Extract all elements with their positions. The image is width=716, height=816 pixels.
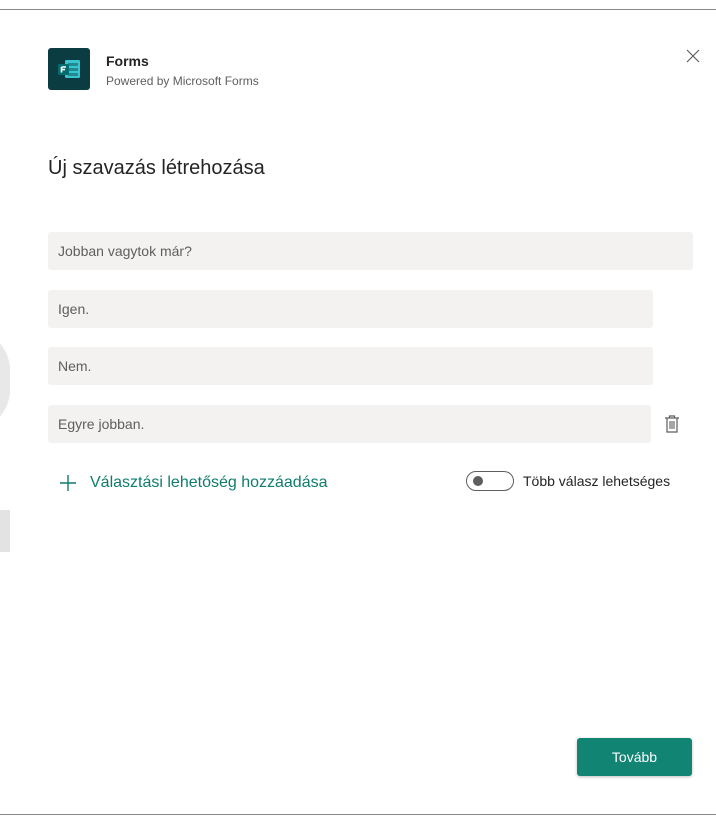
next-button-label: Tovább <box>611 749 658 765</box>
option-input-3[interactable]: Egyre jobban. <box>48 405 651 443</box>
multiple-answers-label: Több válasz lehetséges <box>523 473 671 489</box>
plus-icon <box>60 475 76 491</box>
app-name: Forms <box>106 53 149 69</box>
app-subtitle: Powered by Microsoft Forms <box>106 74 259 88</box>
question-input[interactable]: Jobban vagytok már? <box>48 232 693 270</box>
option-text-3: Egyre jobban. <box>58 416 145 432</box>
question-text: Jobban vagytok már? <box>58 243 192 259</box>
close-button[interactable] <box>684 47 702 65</box>
bottom-divider <box>0 814 716 815</box>
option-input-1[interactable]: Igen. <box>48 290 653 328</box>
dialog-title: Új szavazás létrehozása <box>48 157 265 179</box>
option-text-2: Nem. <box>58 358 92 374</box>
option-text-1: Igen. <box>58 301 90 317</box>
top-divider <box>0 9 716 10</box>
background-shape <box>0 330 10 430</box>
option-input-2[interactable]: Nem. <box>48 347 653 385</box>
add-option-button[interactable]: Választási lehetőség hozzáadása <box>59 470 328 496</box>
close-icon <box>686 49 700 63</box>
toggle-knob <box>473 476 483 486</box>
background-block <box>0 510 10 552</box>
multiple-answers-toggle[interactable] <box>466 471 514 491</box>
next-button[interactable]: Tovább <box>577 738 692 776</box>
forms-logo-icon <box>48 48 90 90</box>
trash-icon <box>665 415 679 433</box>
delete-option-button[interactable] <box>664 414 680 434</box>
add-option-label: Választási lehetőség hozzáadása <box>90 474 328 491</box>
